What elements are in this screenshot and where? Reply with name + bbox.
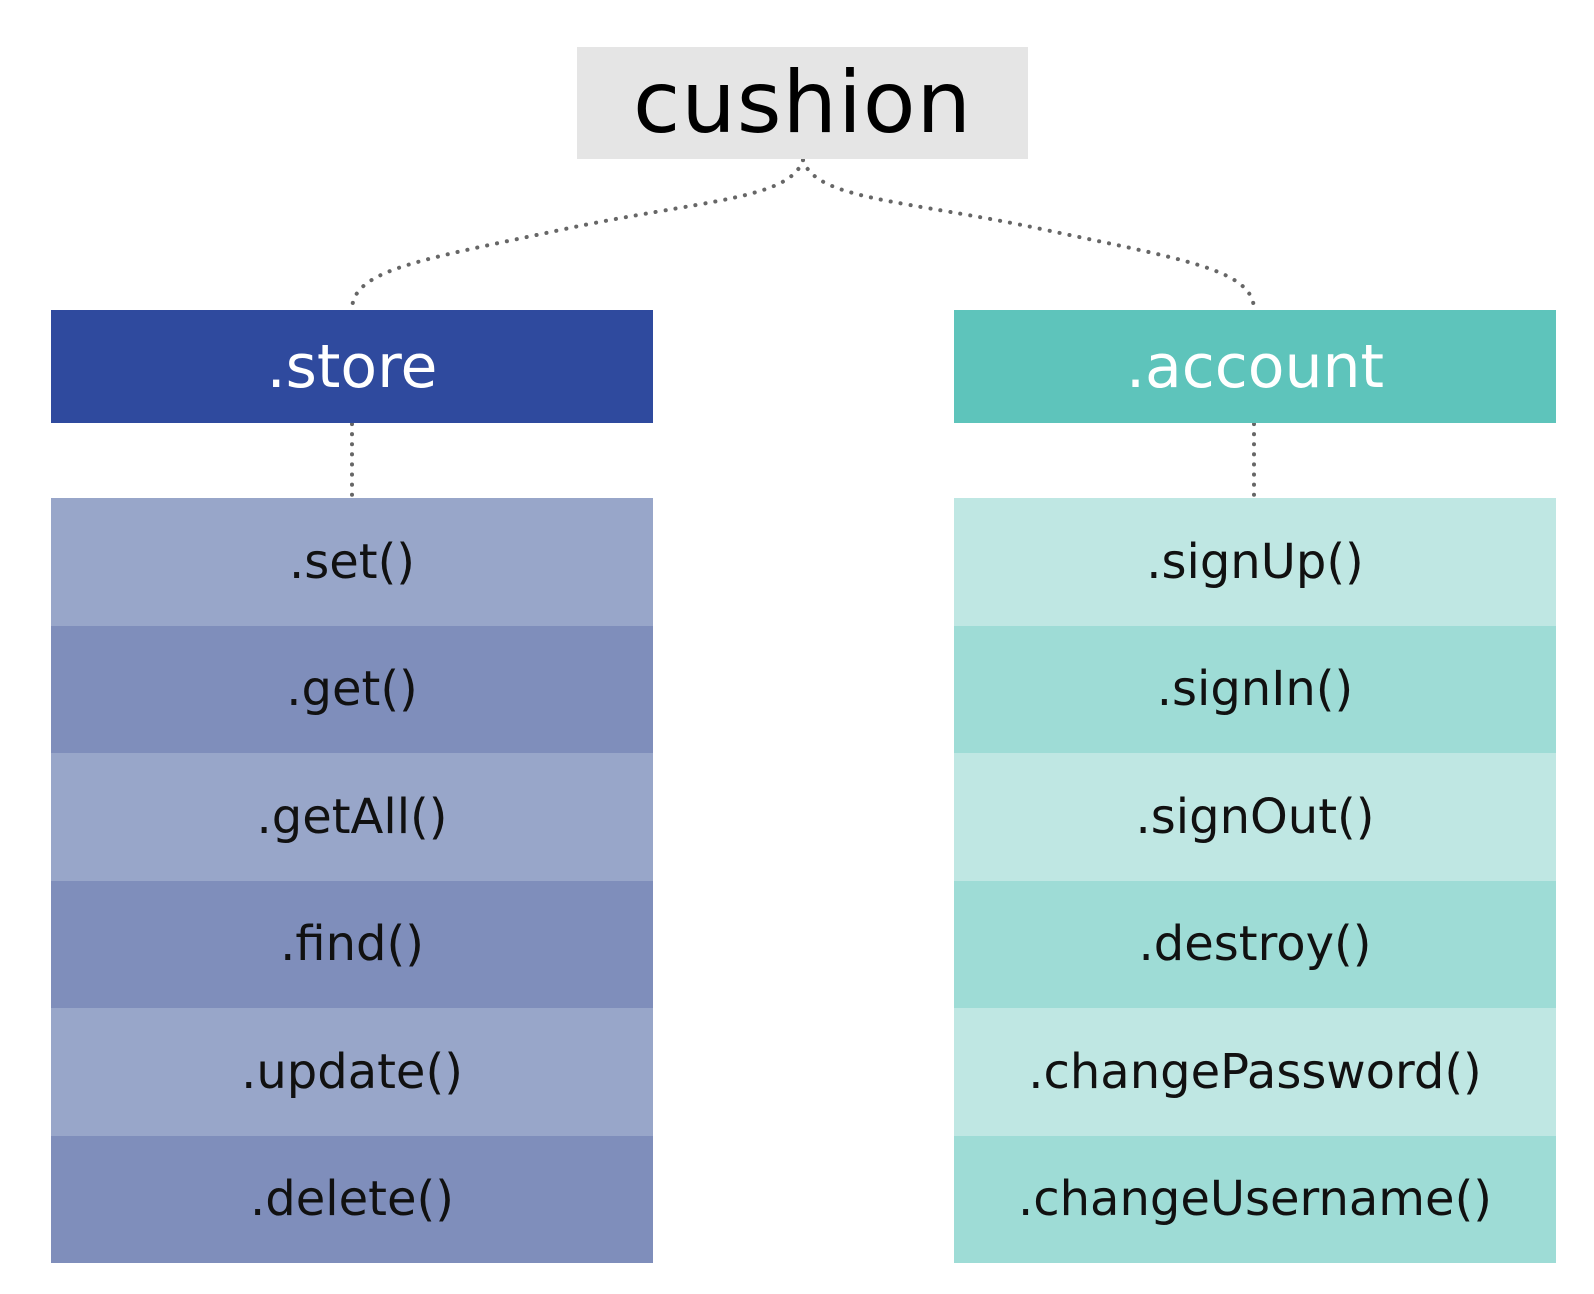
store-header-label: .store — [266, 331, 438, 402]
account-methods: .signUp() .signIn() .signOut() .destroy(… — [954, 498, 1556, 1263]
store-method: .get() — [51, 625, 653, 753]
account-header-label: .account — [1125, 331, 1385, 402]
account-method: .changeUsername() — [954, 1135, 1556, 1263]
store-method: .getAll() — [51, 753, 653, 881]
account-method: .changePassword() — [954, 1008, 1556, 1136]
connector-root-account — [801, 158, 1256, 312]
root-node: cushion — [577, 47, 1028, 159]
account-method: .signIn() — [954, 625, 1556, 753]
account-method: .destroy() — [954, 880, 1556, 1008]
account-header: .account — [954, 310, 1556, 423]
account-method: .signUp() — [954, 498, 1556, 626]
store-methods: .set() .get() .getAll() .find() .update(… — [51, 498, 653, 1263]
store-method: .find() — [51, 880, 653, 1008]
connector-root-store — [350, 158, 805, 312]
store-method: .update() — [51, 1008, 653, 1136]
store-method: .delete() — [51, 1135, 653, 1263]
store-header: .store — [51, 310, 653, 423]
account-method: .signOut() — [954, 753, 1556, 881]
store-method: .set() — [51, 498, 653, 626]
root-label: cushion — [632, 53, 973, 153]
